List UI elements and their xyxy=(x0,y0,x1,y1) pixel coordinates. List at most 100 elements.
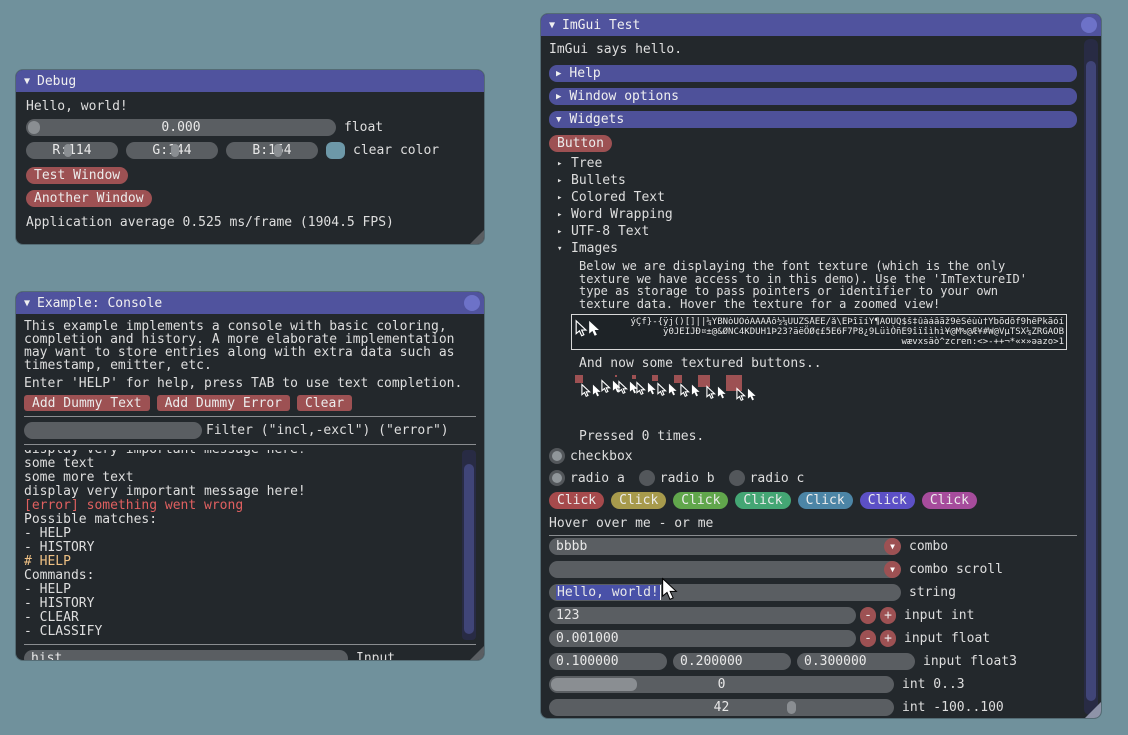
input-float3-x[interactable]: 0.100000 xyxy=(549,653,667,670)
tree-node-bullets[interactable]: ▸ Bullets xyxy=(557,172,1077,189)
debug-window: ▼ Debug Hello, world! 0.000 float R:114 … xyxy=(16,70,484,244)
resize-grip[interactable] xyxy=(1085,702,1101,718)
image-button[interactable] xyxy=(632,375,636,379)
input-float3-y[interactable]: 0.200000 xyxy=(673,653,791,670)
combo-scroll-box[interactable]: ▼ xyxy=(549,561,901,578)
click-button-red[interactable]: Click xyxy=(549,492,604,509)
clear-button[interactable]: Clear xyxy=(297,395,352,411)
color-slider-g[interactable]: G:144 xyxy=(126,142,218,159)
combo-scroll-label: combo scroll xyxy=(909,562,1003,577)
slider-grab[interactable] xyxy=(274,144,282,157)
tree-label: UTF-8 Text xyxy=(571,224,649,239)
header-help[interactable]: ▶ Help xyxy=(549,65,1077,82)
scrollbar-thumb[interactable] xyxy=(1086,61,1096,701)
another-window-button[interactable]: Another Window xyxy=(26,190,152,207)
radio-a[interactable] xyxy=(549,470,565,486)
clear-color-swatch[interactable] xyxy=(326,142,345,159)
input-float-field[interactable]: 0.001000 xyxy=(549,630,856,647)
slider-int-0-3[interactable]: 0 xyxy=(549,676,894,693)
header-window-options[interactable]: ▶ Window options xyxy=(549,88,1077,105)
plus-button[interactable]: + xyxy=(880,607,896,624)
add-dummy-text-button[interactable]: Add Dummy Text xyxy=(24,395,150,411)
click-button-green[interactable]: Click xyxy=(673,492,728,509)
debug-titlebar[interactable]: ▼ Debug xyxy=(16,70,484,92)
click-button-blue[interactable]: Click xyxy=(798,492,853,509)
header-widgets[interactable]: ▼ Widgets xyxy=(549,111,1077,128)
tree-node-utf8-text[interactable]: ▸ UTF-8 Text xyxy=(557,223,1077,240)
tree-node-tree[interactable]: ▸ Tree xyxy=(557,155,1077,172)
input-int-field[interactable]: 123 xyxy=(549,607,856,624)
minus-button[interactable]: - xyxy=(860,607,876,624)
chevron-down-icon[interactable]: ▼ xyxy=(884,538,901,555)
hover-text[interactable]: Hover over me - or me xyxy=(549,516,1077,531)
float-slider[interactable]: 0.000 xyxy=(26,119,336,136)
slider-grab[interactable] xyxy=(64,144,72,157)
checkbox[interactable] xyxy=(549,448,565,464)
console-log-region[interactable]: display very important message here! som… xyxy=(24,450,476,642)
mouse-cursor-icon xyxy=(661,577,681,602)
chevron-down-icon: ▼ xyxy=(556,115,561,125)
minus-button[interactable]: - xyxy=(860,630,876,647)
window-title: Example: Console xyxy=(37,296,162,311)
console-help-line: Enter 'HELP' for help, press TAB to use … xyxy=(24,377,476,390)
resize-grip[interactable] xyxy=(470,646,484,660)
color-slider-b[interactable]: B:154 xyxy=(226,142,318,159)
click-button-yellow[interactable]: Click xyxy=(611,492,666,509)
log-line: - HELP xyxy=(24,583,458,597)
input-value: 0.100000 xyxy=(556,654,619,669)
collapse-arrow-icon[interactable]: ▼ xyxy=(549,20,555,31)
slider-value: 0 xyxy=(549,677,894,692)
radio-c[interactable] xyxy=(729,470,745,486)
image-button[interactable] xyxy=(575,375,583,383)
separator xyxy=(24,644,476,645)
close-icon[interactable] xyxy=(1081,17,1097,33)
log-line: - HISTORY xyxy=(24,541,458,555)
chevron-right-icon: ▸ xyxy=(557,176,571,186)
click-button-magenta[interactable]: Click xyxy=(922,492,977,509)
slider-grab[interactable] xyxy=(171,144,179,157)
click-button-teal[interactable]: Click xyxy=(735,492,790,509)
chevron-down-icon[interactable]: ▼ xyxy=(884,561,901,578)
separator xyxy=(24,416,476,417)
cursor-arrow-icon xyxy=(588,319,602,339)
font-texture-image[interactable]: ýÇf}-{ÿj()[]||¼ÝBÑòÙÖóÄÂÀÅô½¼ÙÚŽŠÅÉÊ/å\È… xyxy=(571,314,1067,350)
radio-label: radio a xyxy=(570,471,625,486)
string-input[interactable]: Hello, world! xyxy=(549,584,901,601)
tree-node-images[interactable]: ▾ Images xyxy=(557,240,1077,257)
collapse-arrow-icon[interactable]: ▼ xyxy=(24,76,30,87)
test-window-button[interactable]: Test Window xyxy=(26,167,128,184)
console-titlebar[interactable]: ▼ Example: Console xyxy=(16,292,484,314)
combo-box[interactable]: bbbb ▼ xyxy=(549,538,901,555)
console-scrollbar[interactable] xyxy=(462,450,476,640)
tree-node-colored-text[interactable]: ▸ Colored Text xyxy=(557,189,1077,206)
scrollbar-thumb[interactable] xyxy=(464,464,474,634)
log-line: - HELP xyxy=(24,527,458,541)
collapse-arrow-icon[interactable]: ▼ xyxy=(24,298,30,309)
image-button[interactable] xyxy=(726,375,742,391)
button-widget[interactable]: Button xyxy=(549,135,612,152)
input-float-label: input float xyxy=(904,631,990,646)
tree-node-word-wrapping[interactable]: ▸ Word Wrapping xyxy=(557,206,1077,223)
radio-b[interactable] xyxy=(639,470,655,486)
chevron-right-icon: ▶ xyxy=(556,92,561,102)
color-slider-r[interactable]: R:114 xyxy=(26,142,118,159)
console-command-input[interactable]: hist xyxy=(24,650,348,660)
close-icon[interactable] xyxy=(464,295,480,311)
filter-input[interactable] xyxy=(24,422,202,439)
imgui-scrollbar[interactable] xyxy=(1084,39,1098,715)
click-button-purple[interactable]: Click xyxy=(860,492,915,509)
imgui-titlebar[interactable]: ▼ ImGui Test xyxy=(541,14,1101,36)
add-dummy-error-button[interactable]: Add Dummy Error xyxy=(157,395,290,411)
plus-button[interactable]: + xyxy=(880,630,896,647)
slider-int-100-100[interactable]: 42 xyxy=(549,699,894,716)
slider-grab[interactable] xyxy=(28,121,40,134)
console-intro-line: timestamp, emitter, etc. xyxy=(24,359,476,372)
log-line: some text xyxy=(24,457,458,471)
window-title: Debug xyxy=(37,74,76,89)
input-float3-z[interactable]: 0.300000 xyxy=(797,653,915,670)
chevron-right-icon: ▸ xyxy=(557,210,571,220)
resize-grip[interactable] xyxy=(470,230,484,244)
image-button[interactable] xyxy=(615,375,617,377)
pressed-counter-text: Pressed 0 times. xyxy=(579,429,1077,444)
chevron-right-icon: ▸ xyxy=(557,159,571,169)
